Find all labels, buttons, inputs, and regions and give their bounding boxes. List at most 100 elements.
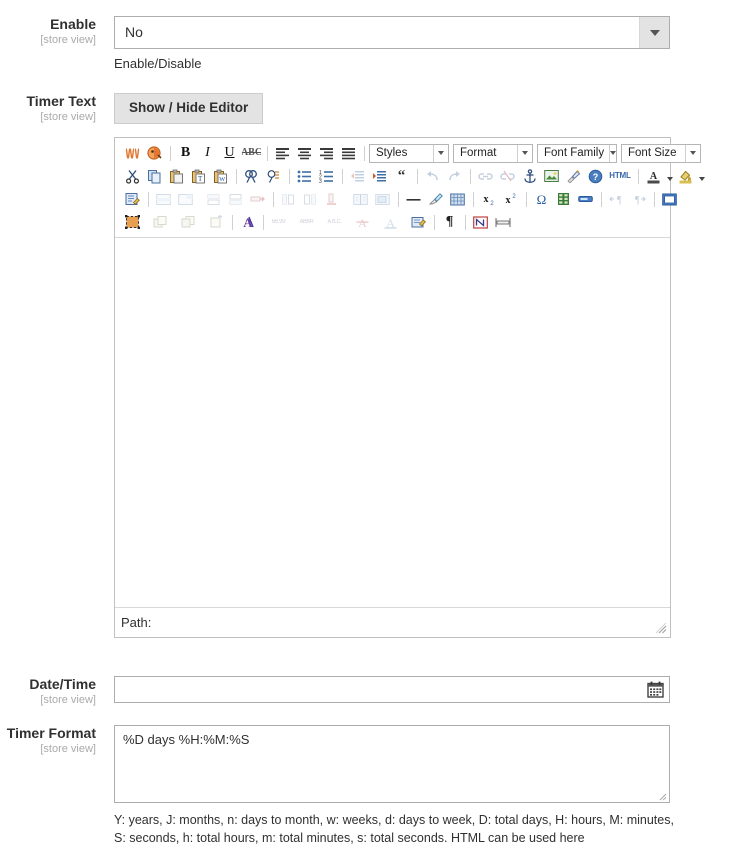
cut-icon[interactable] — [122, 166, 143, 186]
delete-col-icon[interactable] — [322, 189, 343, 209]
help-icon[interactable]: ? — [585, 166, 606, 186]
unlink-icon[interactable] — [497, 166, 518, 186]
insert-col-after-icon[interactable] — [300, 189, 321, 209]
toggle-guidelines-icon[interactable] — [447, 189, 468, 209]
chevron-down-icon[interactable] — [609, 144, 617, 162]
search-icon[interactable] — [241, 166, 262, 186]
numbered-list-icon[interactable]: 123 — [316, 166, 337, 186]
format-select[interactable]: Format — [453, 143, 533, 163]
chevron-down-icon[interactable] — [433, 144, 448, 162]
toolbar-separator — [526, 191, 527, 207]
text-color-icon[interactable]: A — [643, 166, 664, 186]
chevron-down-icon[interactable] — [517, 144, 532, 162]
paste-icon[interactable] — [166, 166, 187, 186]
chevron-down-icon[interactable] — [639, 17, 669, 48]
svg-text:2: 2 — [512, 194, 516, 200]
pagebreak-icon[interactable] — [492, 212, 513, 232]
field-label-enable: Enable [store view] — [0, 16, 105, 47]
field-scope-text: [store view] — [40, 34, 96, 47]
font-size-select[interactable]: Font Size — [621, 143, 701, 163]
field-label-text: Timer Text — [26, 93, 96, 109]
date-time-input[interactable] — [115, 677, 669, 702]
toolbar-separator — [654, 191, 655, 207]
styles-select[interactable]: Styles — [369, 143, 449, 163]
direction-ltr-icon[interactable]: ¶ — [606, 189, 627, 209]
insert-row-before-icon[interactable] — [203, 189, 224, 209]
subscript-icon[interactable]: x2 — [478, 189, 499, 209]
insert-col-before-icon[interactable] — [278, 189, 299, 209]
superscript-icon[interactable]: x2 — [500, 189, 521, 209]
delete-row-icon[interactable] — [247, 189, 268, 209]
toolbar-separator — [417, 168, 418, 184]
svg-text:3: 3 — [319, 179, 322, 183]
background-color-icon[interactable] — [675, 166, 696, 186]
paste-word-icon[interactable]: W — [210, 166, 231, 186]
blockquote-icon[interactable]: “ — [391, 166, 412, 186]
font-family-select[interactable]: Font Family — [537, 143, 617, 163]
acronym-icon[interactable]: A.B.C. — [324, 212, 345, 232]
timer-format-textarea[interactable] — [114, 725, 670, 803]
copy-icon[interactable] — [144, 166, 165, 186]
absolute-position-icon[interactable]: A — [237, 212, 258, 232]
field-label-timer-text: Timer Text [store view] — [0, 93, 105, 124]
visual-aid-icon[interactable] — [122, 212, 143, 232]
insertion-icon[interactable]: A — [380, 212, 401, 232]
html-source-icon[interactable]: HTML — [607, 166, 633, 186]
toolbar-separator — [398, 191, 399, 207]
chevron-down-icon[interactable] — [665, 166, 675, 186]
media-icon[interactable] — [575, 189, 596, 209]
align-right-icon[interactable] — [316, 143, 337, 163]
editor-toolbar-row-4: A 66.99 ABBR A.B.C. A A ¶ — [117, 211, 668, 234]
remove-format-icon[interactable] — [425, 189, 446, 209]
image-icon[interactable] — [541, 166, 562, 186]
insert-row-after-icon[interactable] — [225, 189, 246, 209]
nonbreaking-icon[interactable] — [470, 212, 491, 232]
table-row-props-icon[interactable] — [153, 189, 174, 209]
indent-icon[interactable] — [369, 166, 390, 186]
outdent-icon[interactable] — [347, 166, 368, 186]
horizontal-rule-icon[interactable] — [403, 189, 424, 209]
redo-icon[interactable] — [444, 166, 465, 186]
table-cell-props-icon[interactable] — [175, 189, 196, 209]
insert-widget-icon[interactable] — [144, 143, 165, 163]
move-backward-icon[interactable] — [178, 212, 199, 232]
cleanup-icon[interactable] — [563, 166, 584, 186]
strikethrough-icon[interactable]: ABC — [241, 143, 262, 163]
underline-icon[interactable]: U — [219, 143, 240, 163]
move-forward-icon[interactable] — [150, 212, 171, 232]
merge-cells-icon[interactable] — [372, 189, 393, 209]
bold-icon[interactable]: B — [175, 143, 196, 163]
chevron-down-icon[interactable] — [697, 166, 707, 186]
emotions-icon[interactable] — [553, 189, 574, 209]
show-hide-editor-button[interactable]: Show / Hide Editor — [114, 93, 264, 124]
replace-icon[interactable] — [263, 166, 284, 186]
align-left-icon[interactable] — [272, 143, 293, 163]
visual-chars-icon[interactable]: ¶ — [439, 212, 460, 232]
align-center-icon[interactable] — [294, 143, 315, 163]
italic-icon[interactable]: I — [197, 143, 218, 163]
deletion-icon[interactable]: A — [352, 212, 373, 232]
bullet-list-icon[interactable] — [294, 166, 315, 186]
chevron-down-icon[interactable] — [685, 144, 700, 162]
insert-layer-icon[interactable] — [206, 212, 227, 232]
link-icon[interactable] — [475, 166, 496, 186]
paste-text-icon[interactable]: T — [188, 166, 209, 186]
charmap-icon[interactable]: Ω — [531, 189, 552, 209]
fullscreen-icon[interactable] — [659, 189, 680, 209]
split-cells-icon[interactable] — [350, 189, 371, 209]
editor-content-area[interactable] — [115, 236, 670, 607]
citation-icon[interactable]: 66.99 — [268, 212, 289, 232]
undo-icon[interactable] — [422, 166, 443, 186]
align-justify-icon[interactable] — [338, 143, 359, 163]
anchor-icon[interactable] — [519, 166, 540, 186]
svg-text:W: W — [219, 176, 226, 183]
calendar-icon[interactable] — [645, 680, 665, 699]
direction-rtl-icon[interactable]: ¶ — [628, 189, 649, 209]
editor-resize-handle[interactable] — [655, 622, 667, 634]
field-row-timer-format: Timer Format [store view] Y: years, J: m… — [0, 725, 746, 847]
abbreviation-icon[interactable]: ABBR — [296, 212, 317, 232]
style-props-icon[interactable] — [122, 189, 143, 209]
attributes-icon[interactable] — [408, 212, 429, 232]
enable-select[interactable]: No — [114, 16, 670, 49]
insert-variable-icon[interactable] — [122, 143, 143, 163]
